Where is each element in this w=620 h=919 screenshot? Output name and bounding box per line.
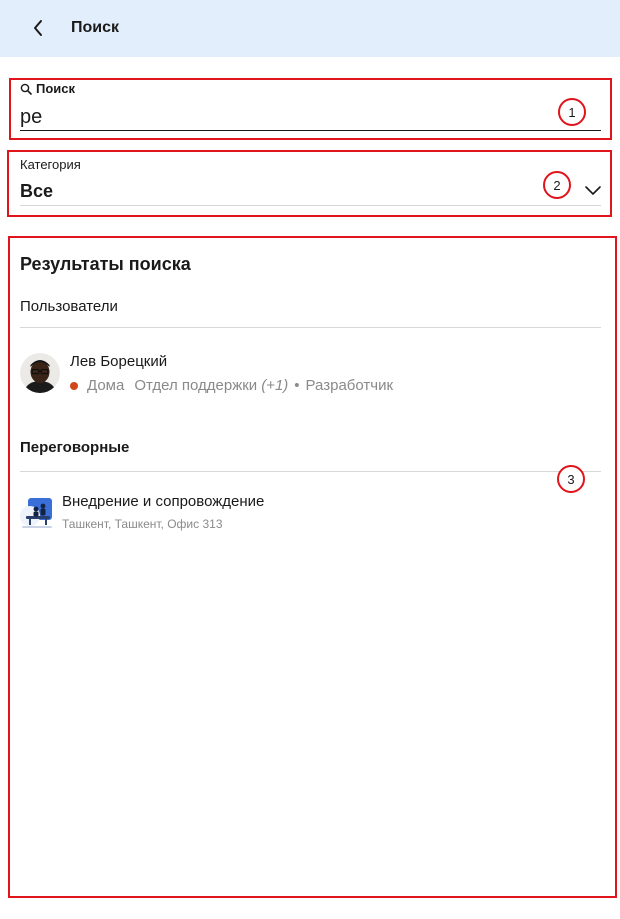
annotation-box-results <box>8 236 617 898</box>
room-location: Ташкент, Ташкент, Офис 313 <box>62 517 223 531</box>
app-header: Поиск <box>0 0 620 57</box>
search-icon <box>20 83 32 95</box>
category-label: Категория <box>20 157 81 172</box>
user-department: Отдел поддержки <box>134 377 258 394</box>
meta-separator: • <box>294 377 300 394</box>
search-label-text: Поиск <box>36 81 76 96</box>
user-meta: Дома Отдел поддержки (+1) • Разработчик <box>70 376 393 396</box>
user-status-text: Дома <box>87 377 125 394</box>
search-page: Поиск Поиск 1 Категория Все 2 Результаты… <box>0 0 620 919</box>
user-department-extra: (+1) <box>261 377 289 394</box>
category-underline <box>20 205 601 206</box>
page-title: Поиск <box>71 19 120 36</box>
back-button[interactable] <box>26 16 50 40</box>
chevron-down-icon[interactable] <box>584 183 602 197</box>
avatar-image <box>20 353 60 393</box>
status-dot-icon <box>70 382 78 390</box>
room-name: Внедрение и сопровождение <box>62 493 265 510</box>
annotation-box-category <box>7 150 612 217</box>
user-role: Разработчик <box>305 377 394 394</box>
annotation-badge-2: 2 <box>543 171 571 199</box>
users-section-header: Пользователи <box>20 298 118 315</box>
users-section-divider <box>20 327 601 328</box>
search-input-underline <box>20 130 601 131</box>
user-name: Лев Борецкий <box>70 353 168 370</box>
annotation-badge-3: 3 <box>557 465 585 493</box>
avatar <box>20 353 60 393</box>
annotation-badge-1: 1 <box>558 98 586 126</box>
search-input[interactable] <box>20 104 600 130</box>
rooms-section-header: Переговорные <box>20 439 130 456</box>
results-title: Результаты поиска <box>20 254 191 274</box>
rooms-section-divider <box>20 471 601 472</box>
chevron-left-icon <box>34 20 42 36</box>
meeting-room-icon <box>20 498 52 528</box>
search-field-label: Поиск <box>20 81 75 97</box>
category-select-value[interactable]: Все <box>20 179 53 203</box>
